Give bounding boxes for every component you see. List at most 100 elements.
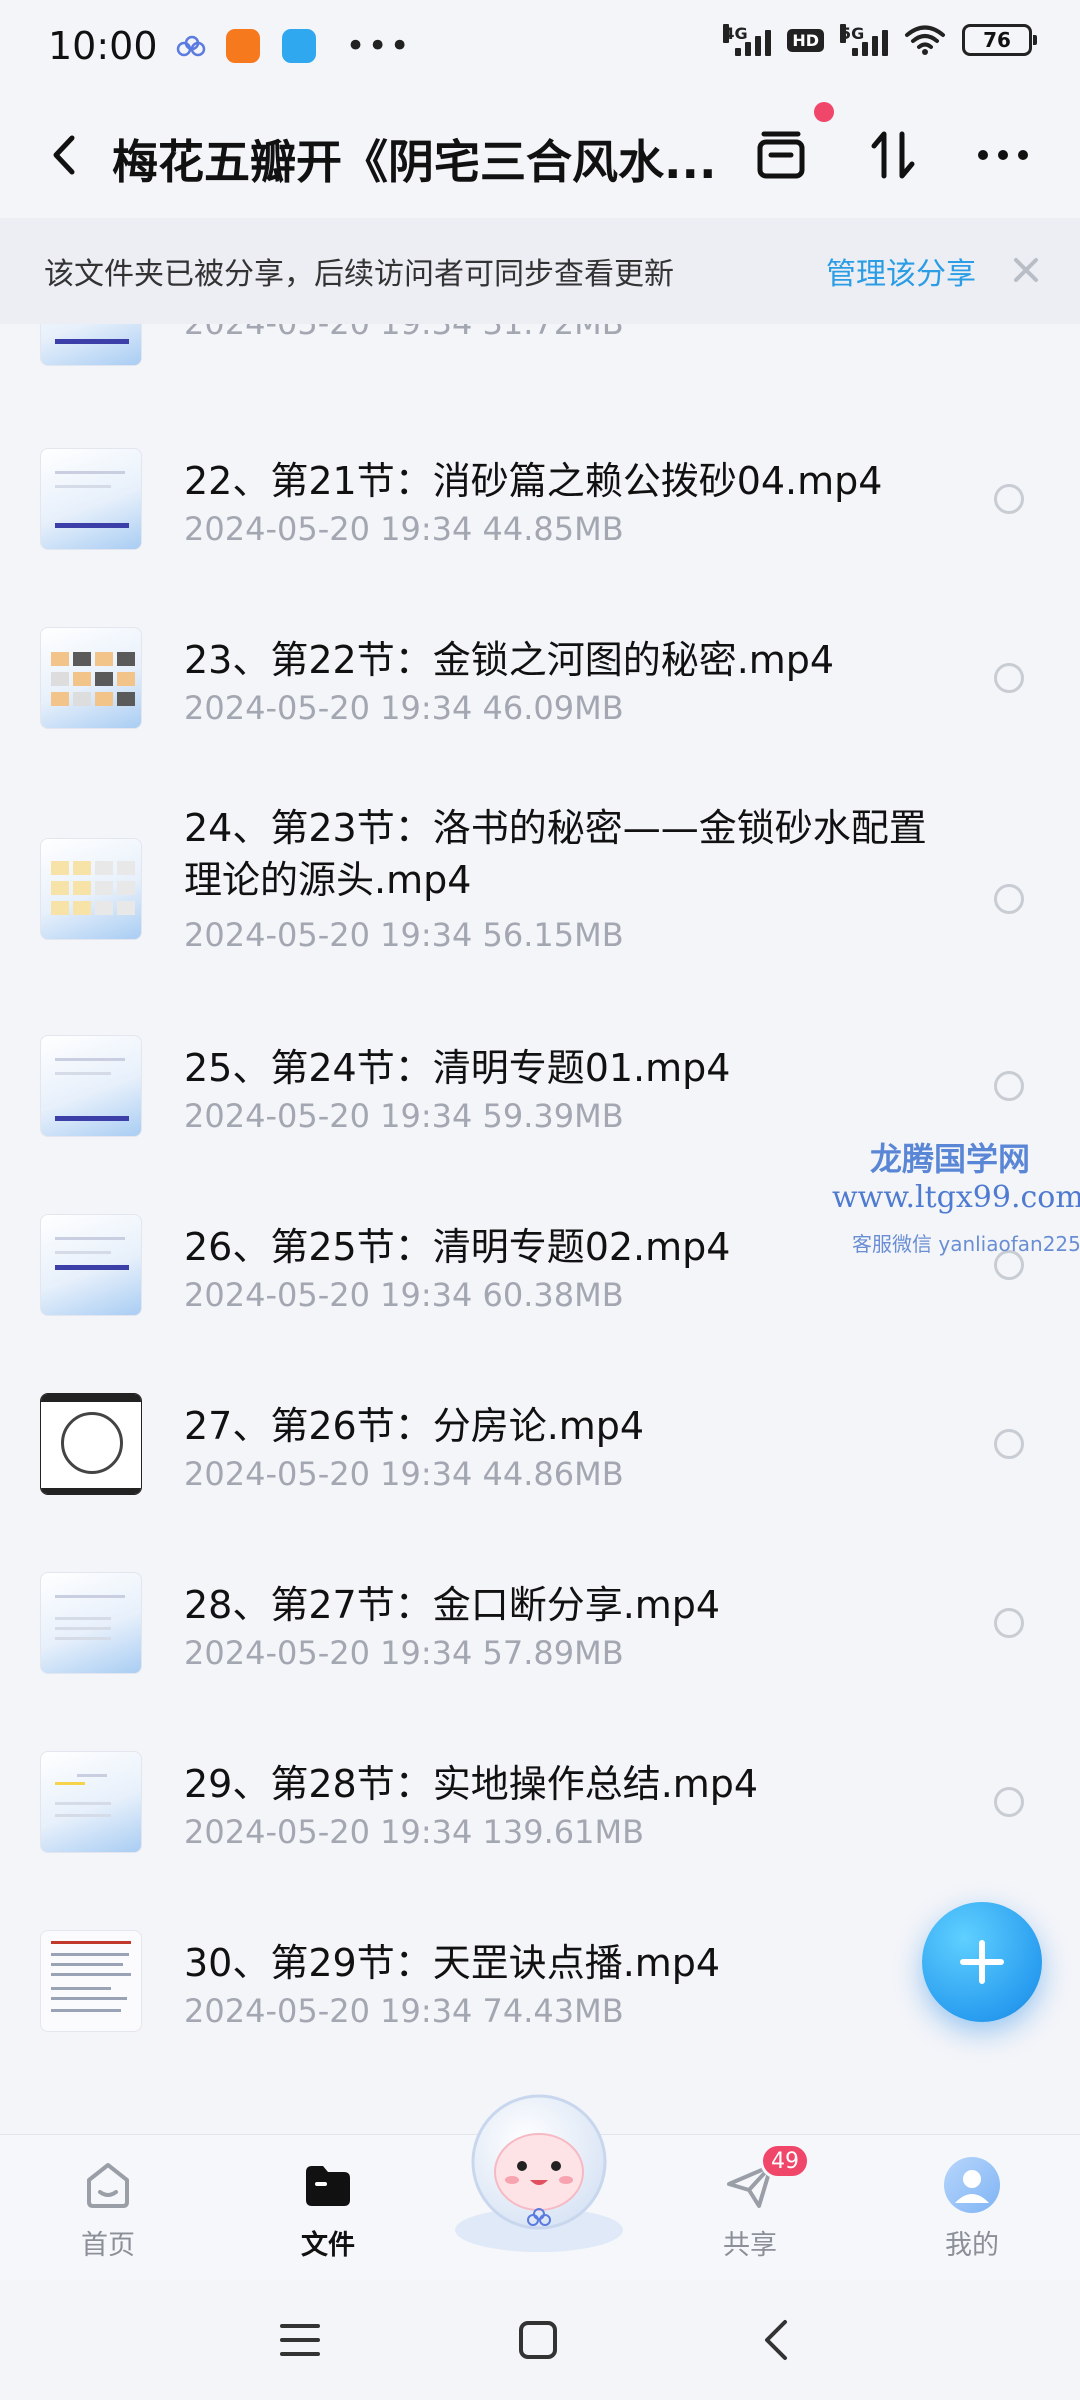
back-button[interactable] — [44, 128, 84, 182]
sort-button[interactable] — [858, 120, 928, 190]
profile-icon — [944, 2157, 1000, 2213]
file-size: 74.43MB — [482, 1992, 624, 2030]
blue-app-icon — [281, 29, 316, 63]
file-name: 26、第25节：清明专题02.mp4 — [184, 1225, 731, 1269]
file-meta: 2024-05-20 19:34 31.72MB — [184, 324, 624, 342]
battery-level: 76 — [983, 28, 1011, 52]
file-name: 29、第28节：实地操作总结.mp4 — [184, 1762, 759, 1806]
file-date: 2024-05-20 — [184, 1992, 370, 2030]
recents-button[interactable] — [272, 2312, 328, 2368]
file-row[interactable]: 26、第25节：清明专题02.mp4 2024-05-20 19:34 60.3… — [0, 1194, 1080, 1354]
share-banner-text: 该文件夹已被分享，后续访问者可同步查看更新 — [44, 257, 674, 292]
file-list: 2024-05-20 19:34 31.72MB 22、第21节：消砂篇之赖公拨… — [0, 324, 1080, 2130]
file-row[interactable]: 22、第21节：消砂篇之赖公拨砂04.mp4 2024-05-20 19:34 … — [0, 428, 1080, 588]
nav-profile[interactable]: 我的 — [902, 2143, 1042, 2273]
file-name: 23、第22节：金锁之河图的秘密.mp4 — [184, 638, 835, 682]
title-bar: 梅花五瓣开《阴宅三合风水... — [0, 100, 1080, 210]
file-size: 57.89MB — [482, 1634, 624, 1672]
network-4g-label: 4G — [723, 24, 748, 43]
file-date: 2024-05-20 — [184, 1097, 370, 1135]
file-meta: 2024-05-20 19:34 59.39MB — [184, 1097, 624, 1135]
file-meta: 2024-05-20 19:34 74.43MB — [184, 1992, 624, 2030]
mascot-icon — [455, 2094, 623, 2252]
file-row[interactable]: 23、第22节：金锁之河图的秘密.mp4 2024-05-20 19:34 46… — [0, 607, 1080, 767]
more-button[interactable] — [968, 120, 1038, 190]
select-checkbox[interactable] — [994, 484, 1024, 514]
file-time: 19:34 — [380, 510, 473, 548]
file-size: 44.86MB — [482, 1455, 624, 1493]
wifi-icon — [904, 24, 946, 56]
manage-share-link[interactable]: 管理该分享 — [826, 249, 976, 293]
hd-icon: HD — [787, 28, 824, 52]
nav-home[interactable]: 首页 — [38, 2143, 178, 2273]
file-date: 2024-05-20 — [184, 1455, 370, 1493]
file-row[interactable]: 27、第26节：分房论.mp4 2024-05-20 19:34 44.86MB — [0, 1373, 1080, 1533]
watermark-title: 龙腾国学网 — [870, 1140, 1031, 1178]
file-date: 2024-05-20 — [184, 324, 370, 342]
home-button[interactable] — [510, 2312, 566, 2368]
video-thumbnail — [40, 627, 142, 729]
video-thumbnail — [40, 1751, 142, 1853]
share-banner: 该文件夹已被分享，后续访问者可同步查看更新 管理该分享 — [0, 218, 1080, 324]
select-checkbox[interactable] — [994, 1608, 1024, 1638]
select-checkbox[interactable] — [994, 1429, 1024, 1459]
file-name: 30、第29节：天罡诀点播.mp4 — [184, 1941, 721, 1985]
nav-home-label: 首页 — [81, 2230, 135, 2261]
file-date: 2024-05-20 — [184, 689, 370, 727]
file-size: 60.38MB — [482, 1276, 624, 1314]
file-time: 19:34 — [380, 1634, 473, 1672]
video-thumbnail — [40, 324, 142, 366]
transfer-list-icon — [757, 131, 805, 179]
file-name: 22、第21节：消砂篇之赖公拨砂04.mp4 — [184, 459, 883, 503]
file-row[interactable]: 28、第27节：金口断分享.mp4 2024-05-20 19:34 57.89… — [0, 1552, 1080, 1712]
select-checkbox[interactable] — [994, 663, 1024, 693]
close-icon — [1014, 258, 1038, 282]
plus-icon — [960, 1940, 1004, 1984]
watermark-contact: 客服微信 yanliaofan225 — [852, 1232, 1080, 1256]
sort-icon — [871, 131, 915, 179]
add-button[interactable] — [922, 1902, 1042, 2022]
folder-icon — [306, 2166, 350, 2206]
select-checkbox[interactable] — [994, 884, 1024, 914]
file-size: 44.85MB — [482, 510, 624, 548]
cloud-icon — [176, 35, 206, 57]
file-time: 19:34 — [380, 1813, 473, 1851]
status-time: 10:00 — [48, 24, 158, 68]
video-thumbnail — [40, 1393, 142, 1495]
file-name: 27、第26节：分房论.mp4 — [184, 1404, 645, 1448]
select-checkbox[interactable] — [994, 1787, 1024, 1817]
file-size: 139.61MB — [482, 1813, 645, 1851]
nav-share-label: 共享 — [723, 2230, 777, 2261]
video-thumbnail — [40, 1930, 142, 2032]
transfer-list-button[interactable] — [746, 120, 816, 190]
file-time: 19:34 — [380, 689, 473, 727]
file-meta: 2024-05-20 19:34 44.86MB — [184, 1455, 624, 1493]
file-time: 19:34 — [380, 1992, 473, 2030]
nav-share[interactable]: 共享 49 — [680, 2143, 820, 2273]
file-meta: 2024-05-20 19:34 56.15MB — [184, 916, 624, 954]
file-date: 2024-05-20 — [184, 510, 370, 548]
back-arrow-icon — [765, 2320, 787, 2360]
video-thumbnail — [40, 1035, 142, 1137]
video-thumbnail — [40, 838, 142, 940]
file-row[interactable]: 2024-05-20 19:34 31.72MB — [0, 324, 1080, 384]
network-5g-label: 5G — [840, 24, 865, 43]
mascot-button[interactable] — [444, 2080, 634, 2256]
file-row[interactable]: 29、第28节：实地操作总结.mp4 2024-05-20 19:34 139.… — [0, 1731, 1080, 1891]
file-meta: 2024-05-20 19:34 139.61MB — [184, 1813, 644, 1851]
system-back-button[interactable] — [748, 2312, 804, 2368]
page-title: 梅花五瓣开《阴宅三合风水... — [112, 135, 717, 189]
file-row[interactable]: 24、第23节：洛书的秘密——金锁砂水配置理论的源头.mp4 2024-05-2… — [0, 786, 1080, 996]
file-time: 19:34 — [380, 916, 473, 954]
file-size: 31.72MB — [483, 324, 624, 342]
close-banner-button[interactable] — [1008, 252, 1044, 288]
square-icon — [519, 2321, 557, 2359]
nav-files[interactable]: 文件 — [258, 2143, 398, 2273]
file-row[interactable]: 30、第29节：天罡诀点播.mp4 2024-05-20 19:34 74.43… — [0, 1910, 1080, 2070]
watermark-url: www.ltgx99.com — [832, 1180, 1080, 1215]
more-dots-icon: ••• — [345, 26, 412, 66]
share-badge: 49 — [760, 2143, 810, 2179]
select-checkbox[interactable] — [994, 1071, 1024, 1101]
video-thumbnail — [40, 1572, 142, 1674]
nav-files-label: 文件 — [301, 2230, 355, 2261]
